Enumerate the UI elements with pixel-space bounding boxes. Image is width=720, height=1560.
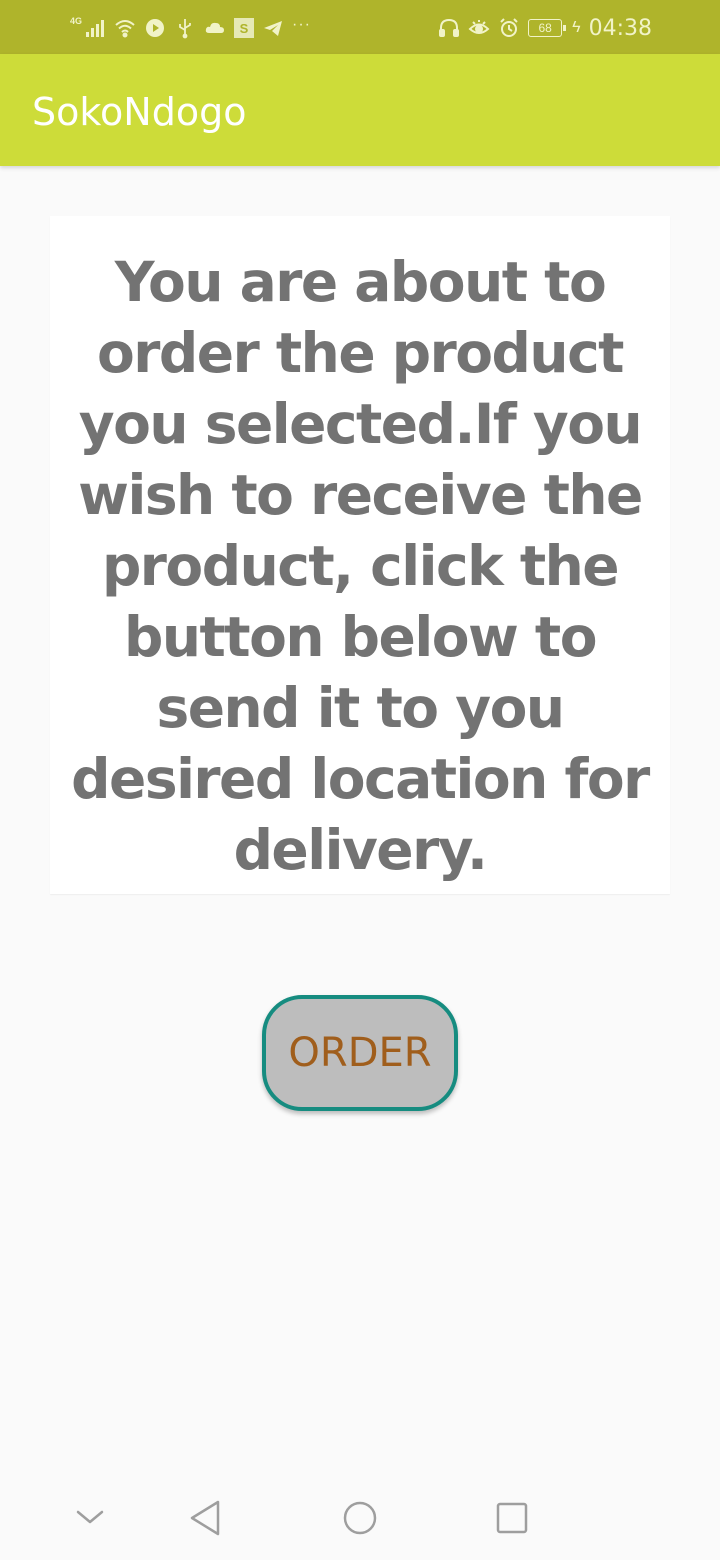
telegram-icon bbox=[262, 17, 284, 39]
signal-icon bbox=[84, 17, 106, 39]
s-app-icon: S bbox=[234, 18, 255, 38]
battery-icon: 68 bbox=[528, 19, 567, 37]
navigation-bar bbox=[0, 1476, 720, 1560]
wifi-icon bbox=[114, 17, 136, 39]
usb-icon bbox=[174, 17, 196, 39]
play-icon bbox=[144, 17, 166, 39]
back-icon[interactable] bbox=[182, 1494, 230, 1542]
dropdown-chevron-icon[interactable] bbox=[66, 1494, 114, 1542]
status-left-group: 4G S ··· bbox=[70, 14, 311, 42]
network-type-label: 4G bbox=[70, 16, 83, 26]
eye-icon bbox=[468, 17, 490, 39]
app-bar: SokoNdogo bbox=[0, 54, 720, 166]
more-icon: ··· bbox=[292, 16, 311, 33]
status-right-group: 68 ϟ 04:38 bbox=[438, 14, 652, 42]
status-bar: 4G S ··· 68 ϟ 04:38 bbox=[0, 0, 720, 54]
alarm-icon bbox=[498, 17, 520, 39]
app-title: SokoNdogo bbox=[32, 90, 247, 134]
home-icon[interactable] bbox=[336, 1494, 384, 1542]
order-button[interactable]: ORDER bbox=[262, 995, 458, 1111]
message-card: You are about to order the product you s… bbox=[50, 216, 670, 894]
order-message: You are about to order the product you s… bbox=[71, 250, 650, 882]
cloud-icon bbox=[204, 17, 226, 39]
clock: 04:38 bbox=[588, 15, 652, 41]
charging-icon: ϟ bbox=[572, 19, 581, 36]
headphones-icon bbox=[438, 17, 460, 39]
recents-icon[interactable] bbox=[488, 1494, 536, 1542]
